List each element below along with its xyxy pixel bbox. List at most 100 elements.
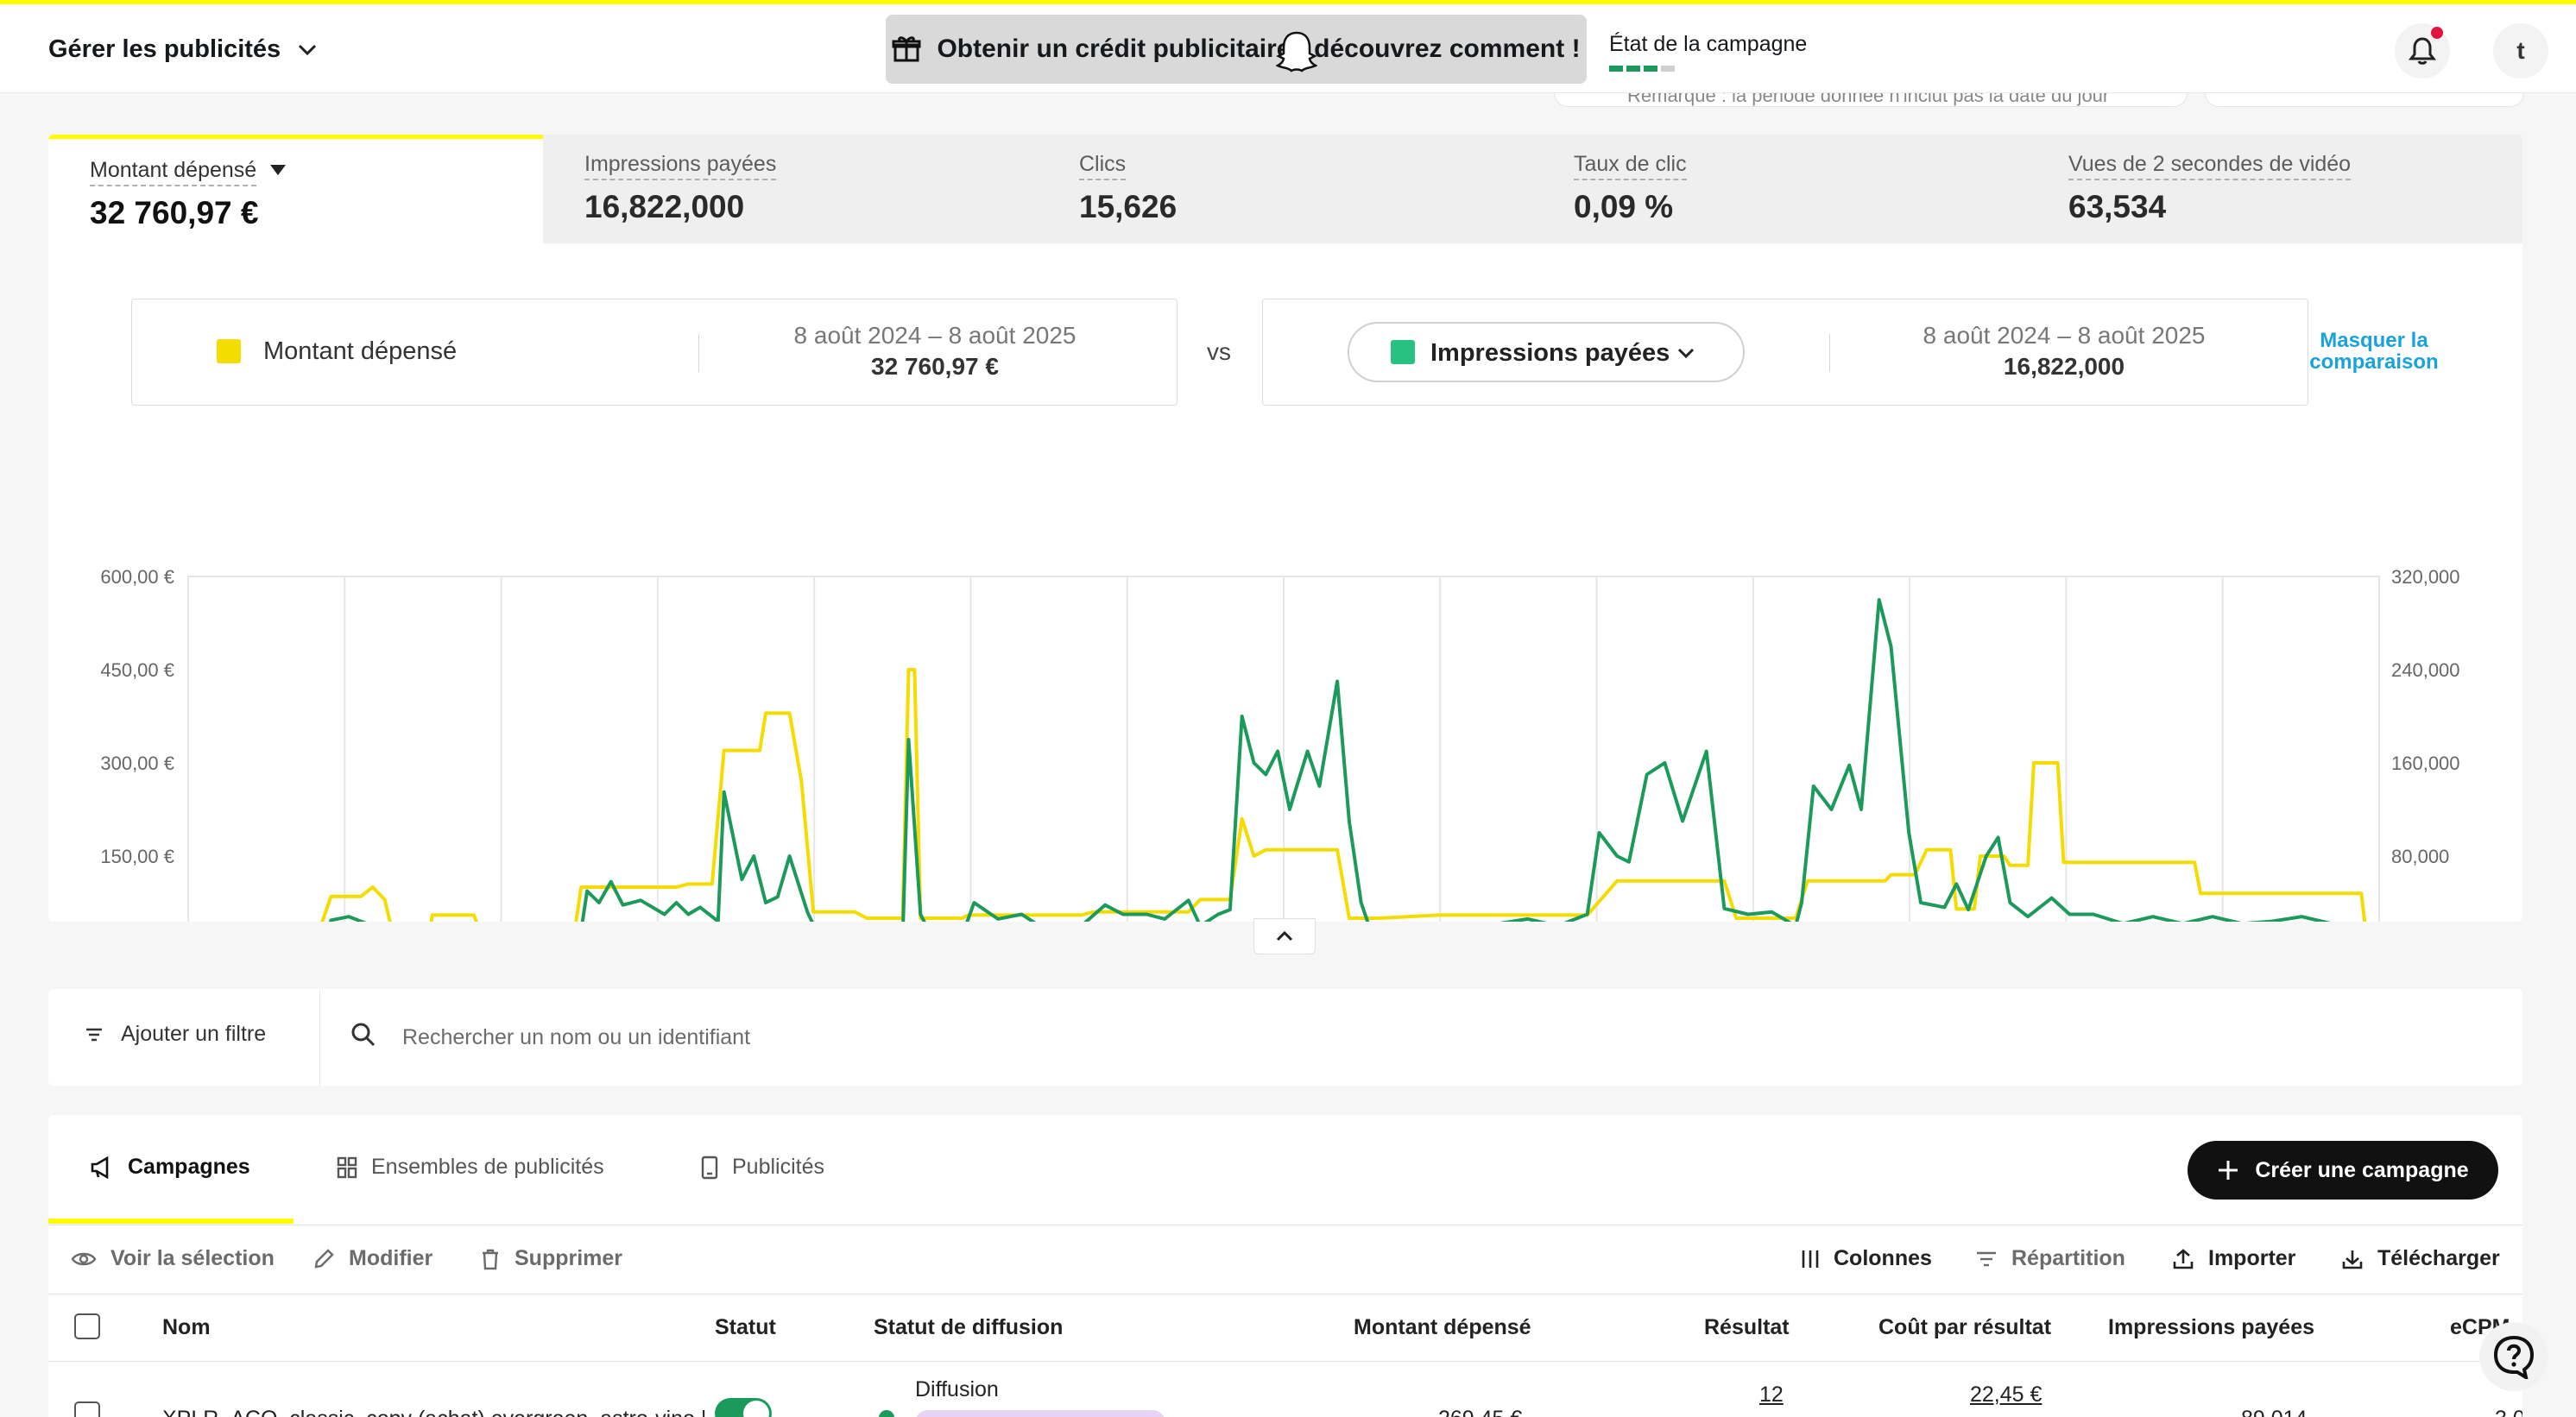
y-right-tick-label: 80,000 — [2391, 846, 2449, 867]
breakdown-button[interactable]: Répartition — [1975, 1246, 2125, 1271]
date-range-picker[interactable] — [2205, 93, 2524, 107]
manage-ads-menu[interactable]: Gérer les publicités — [48, 35, 317, 64]
header-spend[interactable]: Montant dépensé — [1354, 1315, 1531, 1340]
pencil-icon — [314, 1248, 334, 1268]
metric-value: 0,09 % — [1574, 189, 1674, 224]
ad-credit-label: Obtenir un crédit publicitaire : découvr… — [937, 35, 1581, 63]
collapse-chart-button[interactable] — [1253, 918, 1316, 954]
header-status[interactable]: Statut — [715, 1315, 776, 1340]
chevron-down-icon — [299, 44, 317, 55]
metric-label: Clics — [1079, 152, 1127, 180]
bell-icon — [2409, 37, 2436, 65]
trash-icon — [483, 1249, 498, 1269]
tab-label: Ensembles de publicités — [371, 1155, 604, 1179]
avatar-initial: t — [2516, 37, 2525, 64]
metric-tab-video-views[interactable]: Vues de 2 secondes de vidéo 63,534 — [2027, 135, 2522, 243]
metric-label: Taux de clic — [1574, 152, 1687, 180]
tab-campaigns[interactable]: Campagnes — [90, 1155, 250, 1180]
metric-value: 15,626 — [1079, 189, 1178, 224]
metric-tab-paid-impressions[interactable]: Impressions payées 16,822,000 — [543, 135, 1038, 243]
level-tabs: Campagnes Ensembles de publicités Public… — [48, 1115, 2522, 1225]
view-selection-label: Voir la sélection — [110, 1246, 275, 1270]
delivery-badge — [915, 1410, 1165, 1417]
primary-dates: 8 août 2024 – 8 août 2025 — [793, 322, 1076, 349]
megaphone-icon — [91, 1156, 109, 1179]
search-input[interactable] — [402, 1015, 1956, 1060]
table-row[interactable]: XPLR_ACQ_classic_copy (achat) evergreen_… — [48, 1362, 2522, 1417]
metric-tab-clicks[interactable]: Clics 15,626 — [1038, 135, 1532, 243]
row-paid-impressions: 89,014 — [2241, 1407, 2307, 1417]
header-cost-per-result[interactable]: Coût par résultat — [1878, 1315, 2051, 1340]
campaigns-table-card: Campagnes Ensembles de publicités Public… — [48, 1115, 2522, 1417]
breakdown-icon — [1977, 1251, 1996, 1266]
phone-icon — [701, 1156, 718, 1179]
top-bar: Gérer les publicités Obtenir un crédit p… — [0, 0, 2576, 93]
caret-down-icon[interactable] — [270, 165, 287, 175]
row-result[interactable]: 12 — [1759, 1382, 1784, 1408]
view-selection-button[interactable]: Voir la sélection — [71, 1246, 275, 1271]
upload-icon — [2173, 1248, 2194, 1269]
secondary-metric-dropdown[interactable]: Impressions payées — [1348, 322, 1745, 382]
header-name[interactable]: Nom — [162, 1315, 211, 1340]
create-campaign-button[interactable]: Créer une campagne — [2188, 1141, 2498, 1200]
y-right-tick-label: 240,000 — [2391, 659, 2460, 681]
hide-comparison-link[interactable]: Masquer la comparaison — [2296, 330, 2452, 373]
row-checkbox[interactable] — [74, 1401, 100, 1417]
row-cost-per-result[interactable]: 22,45 € — [1970, 1382, 2042, 1408]
row-name[interactable]: XPLR_ACQ_classic_copy (achat) evergreen_… — [162, 1407, 706, 1417]
create-campaign-label: Créer une campagne — [2255, 1157, 2469, 1182]
plus-icon — [2219, 1161, 2238, 1180]
avatar[interactable]: t — [2493, 23, 2548, 79]
divider — [319, 989, 320, 1086]
metric-tab-ctr[interactable]: Taux de clic 0,09 % — [1532, 135, 2027, 243]
secondary-period: 8 août 2024 – 8 août 2025 16,822,000 — [1883, 322, 2245, 381]
breakdown-label: Répartition — [2011, 1246, 2125, 1270]
tab-ad-sets[interactable]: Ensembles de publicités — [337, 1155, 604, 1180]
delivery-dot — [879, 1410, 894, 1417]
select-all-checkbox[interactable] — [74, 1313, 100, 1339]
tab-label: Campagnes — [128, 1155, 250, 1179]
metric-value: 63,534 — [2068, 189, 2167, 224]
metric-tab-spend[interactable]: Montant dépensé 32 760,97 € — [48, 135, 543, 243]
import-button[interactable]: Importer — [2172, 1246, 2295, 1271]
ad-credit-button[interactable]: Obtenir un crédit publicitaire : découvr… — [886, 15, 1587, 84]
metrics-card: Montant dépensé 32 760,97 € Impressions … — [48, 135, 2522, 922]
status-toggle[interactable] — [715, 1398, 772, 1417]
delete-label: Supprimer — [515, 1246, 623, 1270]
vs-label: vs — [1207, 338, 1231, 365]
header-delivery-status[interactable]: Statut de diffusion — [874, 1315, 1063, 1340]
columns-button[interactable]: Colonnes — [1801, 1246, 1932, 1271]
manage-ads-label: Gérer les publicités — [48, 35, 281, 63]
campaign-state-widget[interactable]: État de la campagne — [1594, 18, 1827, 80]
y-left-tick-label: 300,00 € — [100, 753, 174, 774]
download-button[interactable]: Télécharger — [2341, 1246, 2500, 1271]
help-button[interactable] — [2479, 1322, 2548, 1391]
y-left-tick-label: 600,00 € — [100, 566, 174, 588]
comparison-secondary: Impressions payées 8 août 2024 – 8 août … — [1262, 299, 2308, 406]
metric-label: Impressions payées — [584, 152, 777, 180]
chevron-up-icon — [1276, 930, 1293, 942]
metric-label: Montant dépensé — [90, 158, 257, 186]
header-paid-impressions[interactable]: Impressions payées — [2108, 1315, 2314, 1340]
metric-value: 32 760,97 € — [90, 195, 259, 230]
comparison-primary: Montant dépensé 8 août 2024 – 8 août 202… — [131, 299, 1178, 406]
tab-ads[interactable]: Publicités — [701, 1155, 824, 1180]
header-result[interactable]: Résultat — [1704, 1315, 1790, 1340]
filter-icon — [86, 1028, 102, 1041]
download-label: Télécharger — [2377, 1246, 2500, 1270]
metric-tabs: Montant dépensé 32 760,97 € Impressions … — [48, 135, 2522, 243]
table-header: Nom Statut Statut de diffusion Montant d… — [48, 1294, 2522, 1362]
chevron-down-icon — [1677, 348, 1695, 358]
add-filter-button[interactable]: Ajouter un filtre — [85, 1022, 266, 1047]
columns-icon — [1802, 1250, 1819, 1268]
search-icon — [351, 1023, 376, 1047]
divider — [1829, 334, 1830, 372]
grid-icon — [337, 1156, 357, 1178]
delete-button[interactable]: Supprimer — [480, 1246, 622, 1271]
impressions-swatch — [1391, 340, 1415, 364]
row-spend: 269,45 € — [1438, 1407, 1522, 1417]
add-filter-label: Ajouter un filtre — [121, 1022, 267, 1046]
edit-button[interactable]: Modifier — [313, 1246, 432, 1271]
metric-label: Vues de 2 secondes de vidéo — [2068, 152, 2352, 180]
notifications-button[interactable] — [2395, 23, 2450, 79]
